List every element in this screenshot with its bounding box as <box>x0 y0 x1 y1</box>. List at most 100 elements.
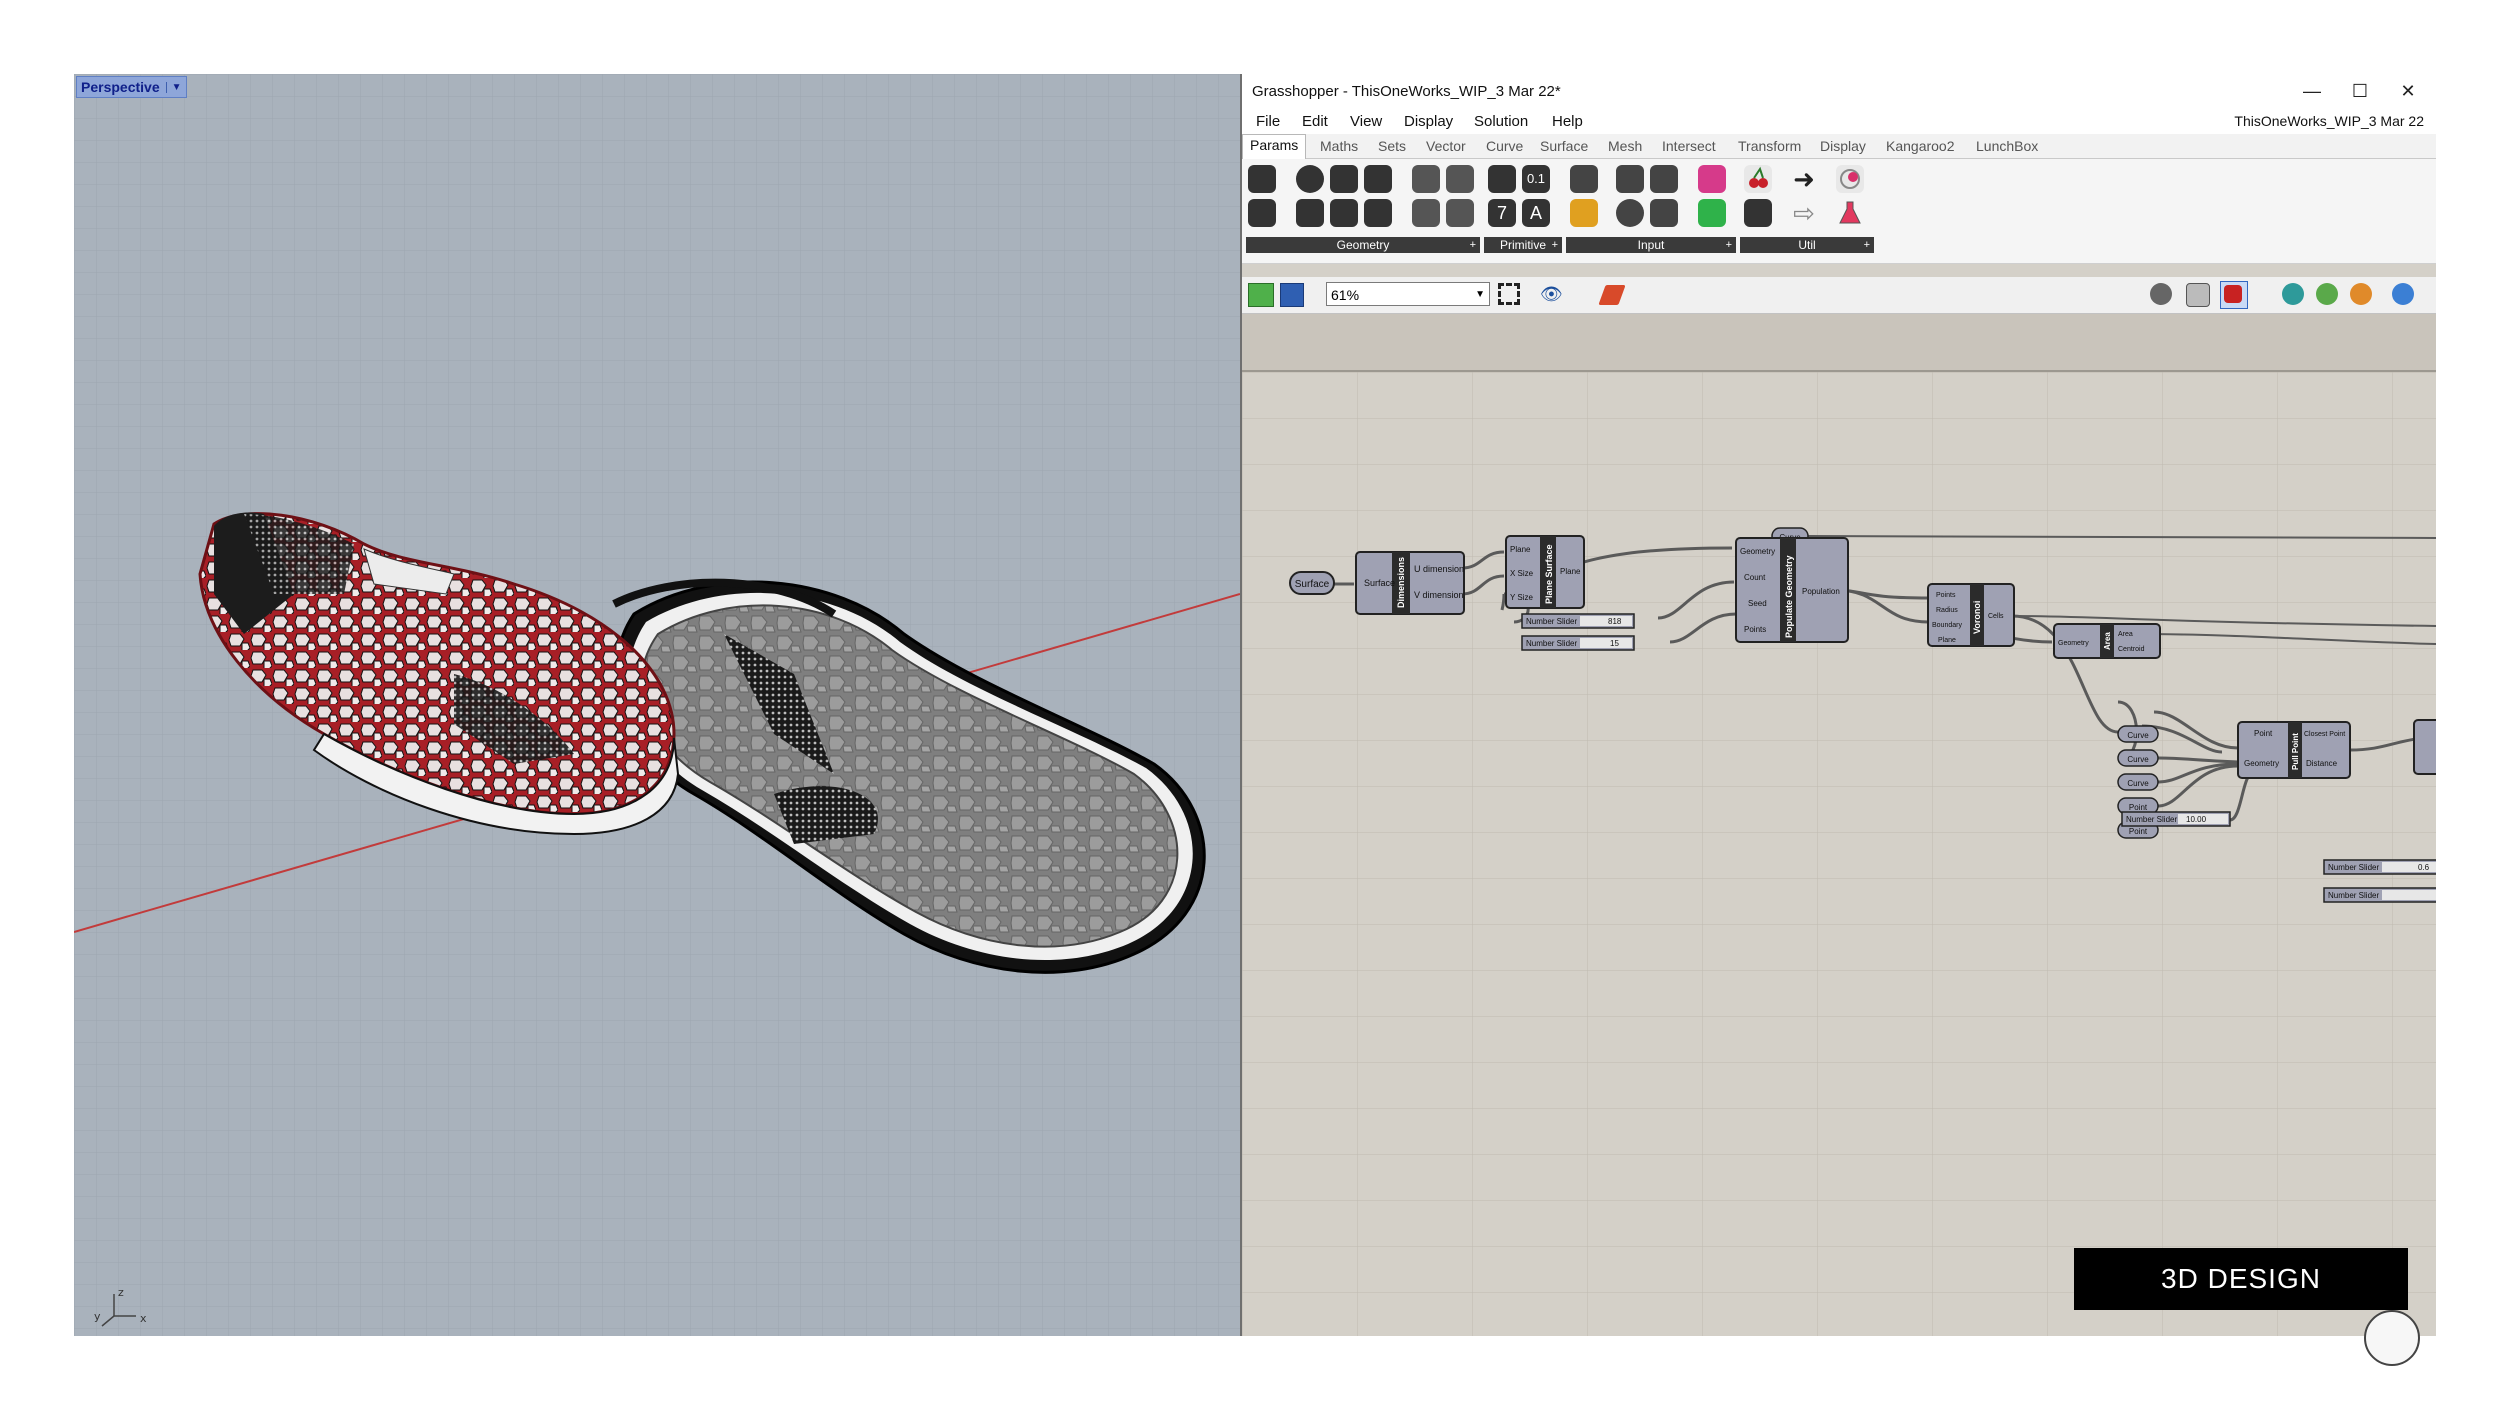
preview-wireframe-icon[interactable] <box>2186 283 2210 307</box>
tab-lunchbox[interactable]: LunchBox <box>1976 138 2038 154</box>
slider-2-value: 15 <box>1610 639 1619 648</box>
cluster-icon[interactable] <box>1744 199 1772 227</box>
save-file-icon[interactable] <box>1280 283 1304 307</box>
number-slider-3[interactable]: Number Slider 10.00 <box>2121 811 2231 827</box>
menu-edit[interactable]: Edit <box>1302 113 1328 130</box>
cherry-picker-icon[interactable] <box>1744 165 1772 193</box>
viewport-menu-caret-icon[interactable]: ▼ <box>165 81 182 93</box>
panel-icon[interactable] <box>1570 165 1598 193</box>
number-slider-2[interactable]: Number Slider 15 <box>1521 635 1635 651</box>
menu-view[interactable]: View <box>1350 113 1382 130</box>
chevron-down-icon: ▼ <box>1475 289 1485 300</box>
param-brep-icon[interactable] <box>1330 199 1358 227</box>
boolean-toggle-icon[interactable] <box>1650 165 1678 193</box>
param-curve-2[interactable]: Curve <box>2117 749 2159 767</box>
preview-off-icon[interactable] <box>2150 283 2172 305</box>
param-line-icon[interactable] <box>1248 199 1276 227</box>
display-mode-1-icon[interactable] <box>2282 283 2304 305</box>
tab-surface[interactable]: Surface <box>1540 138 1588 154</box>
param-plane-icon[interactable] <box>1412 199 1440 227</box>
gradient-icon[interactable] <box>1698 165 1726 193</box>
dimensions-output-u: U dimension <box>1414 564 1464 574</box>
node-graph[interactable]: Surface Dimensions Surface U dimension V… <box>1242 372 2436 1336</box>
plane-surface-input-x: X Size <box>1510 569 1534 578</box>
param-curve-icon[interactable] <box>1330 165 1358 193</box>
relay-arrow-icon[interactable]: ➜ <box>1790 165 1818 193</box>
param-mesh-icon[interactable] <box>1412 165 1440 193</box>
param-number-icon[interactable]: 0.1 <box>1522 165 1550 193</box>
graph-mapper-icon[interactable] <box>1570 199 1598 227</box>
tab-intersect[interactable]: Intersect <box>1662 138 1716 154</box>
param-box-icon[interactable] <box>1364 199 1392 227</box>
param-meshface-icon[interactable] <box>1446 165 1474 193</box>
tab-sets[interactable]: Sets <box>1378 138 1406 154</box>
sketch-pen-icon[interactable] <box>1598 285 1626 305</box>
area-node[interactable]: Area Geometry Area Centroid <box>2053 623 2161 659</box>
rhino-perspective-viewport[interactable]: z x y Perspective ▼ <box>74 74 1240 1336</box>
plane-surface-node[interactable]: Plane Surface Plane X Size Y Size Plane <box>1505 535 1585 609</box>
populate-title: Populate Geometry <box>1784 555 1794 638</box>
fitness-icon[interactable] <box>1836 165 1864 193</box>
navigation-widget[interactable] <box>2364 1310 2420 1366</box>
surface-param-label: Surface <box>1295 579 1330 590</box>
display-mode-3-icon[interactable] <box>2350 283 2372 305</box>
surface-param-node[interactable]: Surface <box>1289 571 1335 595</box>
brand-banner: 3D DESIGN <box>2074 1248 2408 1310</box>
open-file-icon[interactable] <box>1248 283 1274 307</box>
param-boolean-icon[interactable] <box>1488 165 1516 193</box>
menu-solution[interactable]: Solution <box>1474 113 1528 130</box>
menu-help[interactable]: Help <box>1552 113 1583 130</box>
param-surface-icon[interactable] <box>1364 165 1392 193</box>
number-slider-5[interactable]: Number Slider <box>2323 887 2436 903</box>
tab-transform[interactable]: Transform <box>1738 138 1801 154</box>
preview-shaded-icon[interactable] <box>2220 281 2248 309</box>
param-curve-1[interactable]: Curve <box>2117 725 2159 743</box>
sphere-preview-icon[interactable] <box>2392 283 2414 305</box>
offscreen-node[interactable] <box>2413 719 2436 775</box>
populate-input-count: Count <box>1744 573 1766 582</box>
maximize-button[interactable]: ☐ <box>2340 78 2380 104</box>
param-geometry-icon[interactable] <box>1248 165 1276 193</box>
dimensions-node[interactable]: Dimensions Surface U dimension V dimensi… <box>1355 551 1465 615</box>
pull-point-node[interactable]: Pull Point Point Geometry Closest Point … <box>2237 721 2351 779</box>
flask-icon[interactable] <box>1836 199 1864 227</box>
param-curve-2-label: Curve <box>2127 755 2149 764</box>
param-point-icon[interactable] <box>1446 199 1474 227</box>
tab-curve[interactable]: Curve <box>1486 138 1523 154</box>
menu-file[interactable]: File <box>1256 113 1280 130</box>
param-arc-icon[interactable] <box>1296 199 1324 227</box>
tab-kangaroo2[interactable]: Kangaroo2 <box>1886 138 1955 154</box>
component-ribbon: Geometry + 0.1 7 A Primitive + Input + ➜… <box>1242 159 2436 264</box>
zoom-dropdown[interactable]: 61% ▼ <box>1326 282 1490 306</box>
menu-display[interactable]: Display <box>1404 113 1453 130</box>
md-slider-icon[interactable] <box>1698 199 1726 227</box>
number-slider-4[interactable]: Number Slider 0.6 <box>2323 859 2436 875</box>
ribbon-group-input: Input + <box>1566 163 1736 253</box>
tab-display[interactable]: Display <box>1820 138 1866 154</box>
param-text-icon[interactable]: A <box>1522 199 1550 227</box>
param-curve-3[interactable]: Curve <box>2117 773 2159 791</box>
tab-mesh[interactable]: Mesh <box>1608 138 1642 154</box>
minimize-button[interactable]: — <box>2292 78 2332 104</box>
param-integer-icon[interactable]: 7 <box>1488 199 1516 227</box>
viewport-title-tab[interactable]: Perspective ▼ <box>76 76 187 98</box>
tab-vector[interactable]: Vector <box>1426 138 1466 154</box>
zoom-extents-icon[interactable] <box>1498 283 1520 305</box>
number-slider-icon[interactable] <box>1616 165 1644 193</box>
component-tabs: Params Maths Sets Vector Curve Surface M… <box>1242 134 2436 159</box>
tab-maths[interactable]: Maths <box>1320 138 1358 154</box>
voronoi-node[interactable]: Voronoi Points Radius Boundary Plane Cel… <box>1927 583 2015 647</box>
param-circle-icon[interactable] <box>1296 165 1324 193</box>
slider-3-value: 10.00 <box>2186 815 2207 824</box>
preview-eye-icon[interactable]: 👁 <box>1540 285 1566 303</box>
close-button[interactable]: ✕ <box>2388 78 2428 104</box>
number-slider-1[interactable]: Number Slider 818 <box>1521 613 1635 629</box>
jump-arrow-icon[interactable]: ⇨ <box>1790 199 1818 227</box>
viewport-title: Perspective <box>81 79 160 95</box>
button-icon[interactable] <box>1616 199 1644 227</box>
grasshopper-canvas[interactable]: Surface Dimensions Surface U dimension V… <box>1242 372 2436 1336</box>
populate-geometry-node[interactable]: Populate Geometry Geometry Count Seed Po… <box>1735 537 1849 643</box>
display-mode-2-icon[interactable] <box>2316 283 2338 305</box>
value-list-icon[interactable] <box>1650 199 1678 227</box>
tab-params[interactable]: Params <box>1242 134 1307 159</box>
